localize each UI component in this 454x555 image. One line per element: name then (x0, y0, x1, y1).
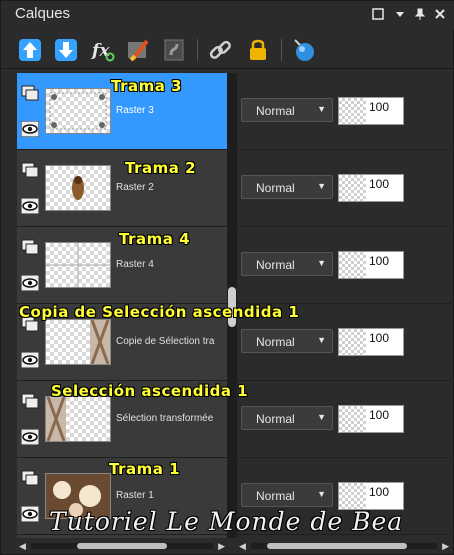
toolbar-separator (197, 39, 198, 61)
panel-title: Calques (15, 5, 71, 22)
blend-mode-dropdown[interactable]: Normal ▼ (241, 98, 333, 122)
layer-name: Raster 2 (116, 182, 154, 193)
layers-toolbar: fx (1, 31, 454, 69)
horizontal-scrollbar-left[interactable]: ◀ ▶ (17, 540, 227, 552)
blend-mode-value: Normal (256, 489, 295, 503)
scrollbar-thumb[interactable] (77, 543, 167, 549)
layer-properties-row: Normal ▼ 100 (237, 227, 451, 304)
new-raster-layer-icon[interactable] (17, 37, 43, 63)
chevron-down-icon: ▼ (317, 412, 326, 422)
new-vector-layer-icon[interactable] (53, 37, 79, 63)
blend-mode-dropdown[interactable]: Normal ▼ (241, 175, 333, 199)
scroll-left-icon[interactable]: ◀ (239, 540, 246, 552)
blend-mode-dropdown[interactable]: Normal ▼ (241, 252, 333, 276)
layer-properties-row: Normal ▼ 100 (237, 381, 451, 458)
layer-overlay-label: Selección ascendida 1 (51, 382, 249, 400)
visibility-eye-icon[interactable] (21, 198, 39, 214)
opacity-value: 100 (369, 100, 390, 114)
scroll-right-icon[interactable]: ▶ (442, 540, 449, 552)
opacity-value: 100 (369, 254, 390, 268)
layer-overlay-label: Copia de Selección ascendida 1 (19, 303, 300, 321)
opacity-value: 100 (369, 485, 390, 499)
blend-mode-dropdown[interactable]: Normal ▼ (241, 329, 333, 353)
layer-thumbnail (45, 242, 111, 288)
visibility-eye-icon[interactable] (21, 506, 39, 522)
layer-thumbnail (45, 396, 111, 442)
layer-overlay-label: Trama 1 (109, 460, 181, 478)
layer-thumbnail (45, 319, 111, 365)
blend-mode-value: Normal (256, 335, 295, 349)
layer-group-icon[interactable] (21, 239, 39, 255)
layer-thumbnail (45, 88, 111, 134)
opacity-field[interactable]: 100 (338, 97, 404, 125)
layer-name: Raster 3 (116, 105, 154, 116)
scroll-left-icon[interactable]: ◀ (19, 540, 26, 552)
layer-group-icon[interactable] (21, 85, 39, 101)
brush-icon[interactable] (125, 37, 151, 63)
maximize-icon[interactable] (371, 7, 385, 21)
close-icon[interactable] (433, 7, 447, 21)
opacity-field[interactable]: 100 (338, 174, 404, 202)
layer-properties-row: Normal ▼ 100 (237, 150, 451, 227)
blend-mode-value: Normal (256, 181, 295, 195)
opacity-value: 100 (369, 177, 390, 191)
blend-mode-value: Normal (256, 104, 295, 118)
layer-overlay-label: Trama 2 (125, 159, 197, 177)
layer-overlay-label: Trama 3 (111, 77, 183, 95)
watermark-text: Tutoriel Le Monde de Bea (49, 507, 404, 536)
visibility-eye-icon[interactable] (21, 352, 39, 368)
chevron-down-icon: ▼ (317, 335, 326, 345)
scrollbar-thumb[interactable] (267, 543, 407, 549)
layer-thumbnail (45, 165, 111, 211)
pin-icon[interactable] (413, 7, 427, 21)
menu-arrow-icon[interactable] (393, 7, 407, 21)
opacity-field[interactable]: 100 (338, 251, 404, 279)
opacity-field[interactable]: 100 (338, 405, 404, 433)
layer-name: Sélection transformée (116, 413, 214, 424)
blend-mode-dropdown[interactable]: Normal ▼ (241, 406, 333, 430)
visibility-eye-icon[interactable] (21, 275, 39, 291)
toolbar-separator (281, 39, 282, 61)
chevron-down-icon: ▼ (317, 181, 326, 191)
layer-overlay-label: Trama 4 (119, 230, 191, 248)
visibility-eye-icon[interactable] (21, 121, 39, 137)
sphere-icon[interactable] (291, 37, 317, 63)
panel-titlebar: Calques (1, 1, 454, 29)
layers-panel: Calques fx Raster 3 Raster 2 Raster 4 Co… (0, 0, 454, 555)
layer-group-icon[interactable] (21, 393, 39, 409)
layer-group-icon[interactable] (21, 470, 39, 486)
visibility-eye-icon[interactable] (21, 429, 39, 445)
lock-icon[interactable] (245, 37, 271, 63)
horizontal-scrollbar-right[interactable]: ◀ ▶ (237, 540, 451, 552)
layer-properties-row: Normal ▼ 100 (237, 73, 451, 150)
mask-icon[interactable] (161, 37, 187, 63)
scroll-right-icon[interactable]: ▶ (218, 540, 225, 552)
layer-name: Raster 1 (116, 490, 154, 501)
chevron-down-icon: ▼ (317, 258, 326, 268)
opacity-value: 100 (369, 331, 390, 345)
opacity-field[interactable]: 100 (338, 328, 404, 356)
layer-name: Raster 4 (116, 259, 154, 270)
link-icon[interactable] (207, 37, 233, 63)
blend-mode-value: Normal (256, 412, 295, 426)
chevron-down-icon: ▼ (317, 104, 326, 114)
layer-name: Copie de Sélection tra (116, 336, 215, 347)
chevron-down-icon: ▼ (317, 489, 326, 499)
effects-fx-icon[interactable]: fx (89, 37, 115, 63)
opacity-field[interactable]: 100 (338, 482, 404, 510)
blend-mode-value: Normal (256, 258, 295, 272)
opacity-value: 100 (369, 408, 390, 422)
blend-mode-dropdown[interactable]: Normal ▼ (241, 483, 333, 507)
layer-group-icon[interactable] (21, 162, 39, 178)
